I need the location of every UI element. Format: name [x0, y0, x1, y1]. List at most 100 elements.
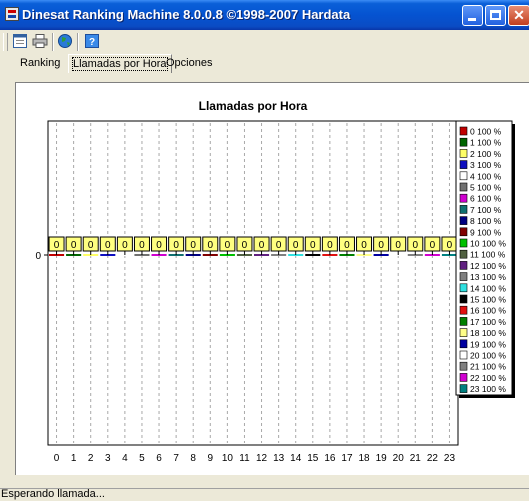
data-label: 0	[259, 240, 265, 251]
x-tick-label: 21	[410, 453, 422, 464]
x-tick-label: 13	[273, 453, 285, 464]
legend-swatch	[459, 216, 468, 225]
tab-ranking[interactable]: Ranking	[16, 54, 64, 73]
legend-item: 14 100 %	[470, 283, 506, 293]
legend-swatch	[459, 149, 468, 158]
legend-item: 20 100 %	[470, 351, 506, 361]
x-tick-label: 4	[122, 453, 128, 464]
legend-swatch	[459, 160, 468, 169]
status-text: Esperando llamada...	[1, 488, 105, 500]
data-label: 0	[447, 240, 453, 251]
legend-swatch	[459, 350, 468, 360]
legend-item: 7 100 %	[470, 205, 502, 215]
legend-item: 4 100 %	[470, 171, 502, 181]
toolbar-grip[interactable]	[3, 33, 8, 51]
legend-swatch	[459, 384, 468, 393]
help-icon[interactable]: ?	[84, 33, 100, 49]
x-tick-label: 15	[307, 453, 319, 464]
legend-item: 0 100 %	[470, 127, 502, 137]
data-label: 0	[361, 240, 367, 251]
x-tick-label: 10	[222, 453, 234, 464]
x-tick-label: 23	[444, 453, 456, 464]
data-label: 0	[242, 240, 248, 251]
tab-llamadas-por-hora[interactable]: Llamadas por Hora	[68, 54, 172, 73]
x-tick-label: 20	[393, 453, 405, 464]
legend-item: 13 100 %	[470, 272, 506, 282]
x-tick-label: 2	[88, 453, 94, 464]
data-label: 0	[225, 240, 231, 251]
close-button[interactable]: ✕	[508, 5, 529, 26]
tab-opciones[interactable]: Opciones	[162, 54, 216, 73]
tab-label: Llamadas por Hora	[72, 57, 168, 71]
legend-item: 17 100 %	[470, 317, 506, 327]
x-tick-label: 3	[105, 453, 111, 464]
legend-item: 15 100 %	[470, 295, 506, 305]
toolbar-separator	[52, 33, 54, 51]
legend-item: 2 100 %	[470, 149, 502, 159]
data-label: 0	[344, 240, 350, 251]
maximize-button[interactable]	[485, 5, 506, 26]
legend-swatch	[459, 305, 468, 315]
legend-item: 18 100 %	[470, 328, 506, 338]
x-tick-label: 12	[256, 453, 268, 464]
x-tick-label: 6	[156, 453, 162, 464]
data-label: 0	[156, 240, 162, 251]
data-label: 0	[71, 240, 77, 251]
window-icon[interactable]	[12, 33, 28, 49]
data-label: 0	[54, 240, 60, 251]
legend-item: 16 100 %	[470, 306, 506, 316]
data-label: 0	[208, 240, 214, 251]
svg-text:?: ?	[89, 37, 95, 48]
data-label: 0	[88, 240, 94, 251]
x-tick-label: 22	[427, 453, 439, 464]
x-tick-label: 11	[239, 453, 250, 464]
plot-area	[48, 121, 458, 445]
legend-item: 11 100 %	[470, 250, 506, 260]
data-label: 0	[327, 240, 333, 251]
legend-item: 6 100 %	[470, 194, 502, 204]
app-icon[interactable]	[5, 7, 19, 21]
legend-swatch	[459, 272, 468, 281]
legend-swatch	[459, 328, 468, 337]
legend-swatch	[459, 317, 468, 326]
x-tick-label: 19	[376, 453, 388, 464]
data-label: 0	[310, 240, 316, 251]
data-label: 0	[378, 240, 384, 251]
legend-swatch	[459, 227, 468, 237]
legend-swatch	[459, 126, 468, 136]
legend-swatch	[459, 137, 468, 147]
legend-swatch	[459, 373, 468, 382]
x-tick-label: 9	[208, 453, 214, 464]
data-label: 0	[395, 240, 401, 251]
legend-swatch	[459, 249, 468, 259]
legend-swatch	[459, 339, 468, 349]
title-bar[interactable]: Dinesat Ranking Machine 8.0.0.8 ©1998-20…	[0, 0, 529, 30]
legend-swatch	[459, 294, 468, 304]
legend-item: 9 100 %	[470, 227, 502, 237]
legend-item: 1 100 %	[470, 138, 502, 148]
data-label: 0	[139, 240, 145, 251]
x-tick-label: 8	[190, 453, 196, 464]
legend-swatch	[459, 238, 468, 248]
status-bar: Esperando llamada...	[0, 488, 529, 501]
legend-item: 10 100 %	[470, 239, 506, 249]
bar-chart: Llamadas por Hora00001020304050607080901…	[35, 99, 515, 464]
chart-panel: Llamadas por Hora 0 0 0 0 1 0 2 0 3 0 4 0 5 0 6 0 7 0 8 0 9 0 1…	[15, 82, 529, 475]
legend-item: 22 100 %	[470, 373, 506, 383]
legend-swatch	[459, 261, 468, 270]
window-title: Dinesat Ranking Machine 8.0.0.8 ©1998-20…	[22, 7, 351, 22]
x-tick-label: 16	[324, 453, 336, 464]
minimize-button[interactable]	[462, 5, 483, 26]
globe-icon[interactable]	[57, 33, 73, 49]
legend-swatch	[459, 171, 468, 181]
x-tick-label: 1	[71, 453, 77, 464]
data-label: 0	[105, 240, 111, 251]
x-tick-label: 0	[54, 453, 60, 464]
legend-item: 3 100 %	[470, 160, 502, 170]
legend-swatch	[459, 182, 468, 192]
toolbar: ?	[0, 30, 529, 54]
legend-swatch	[459, 205, 468, 214]
x-tick-label: 5	[139, 453, 145, 464]
legend-swatch	[459, 361, 468, 371]
printer-icon[interactable]	[32, 33, 48, 49]
